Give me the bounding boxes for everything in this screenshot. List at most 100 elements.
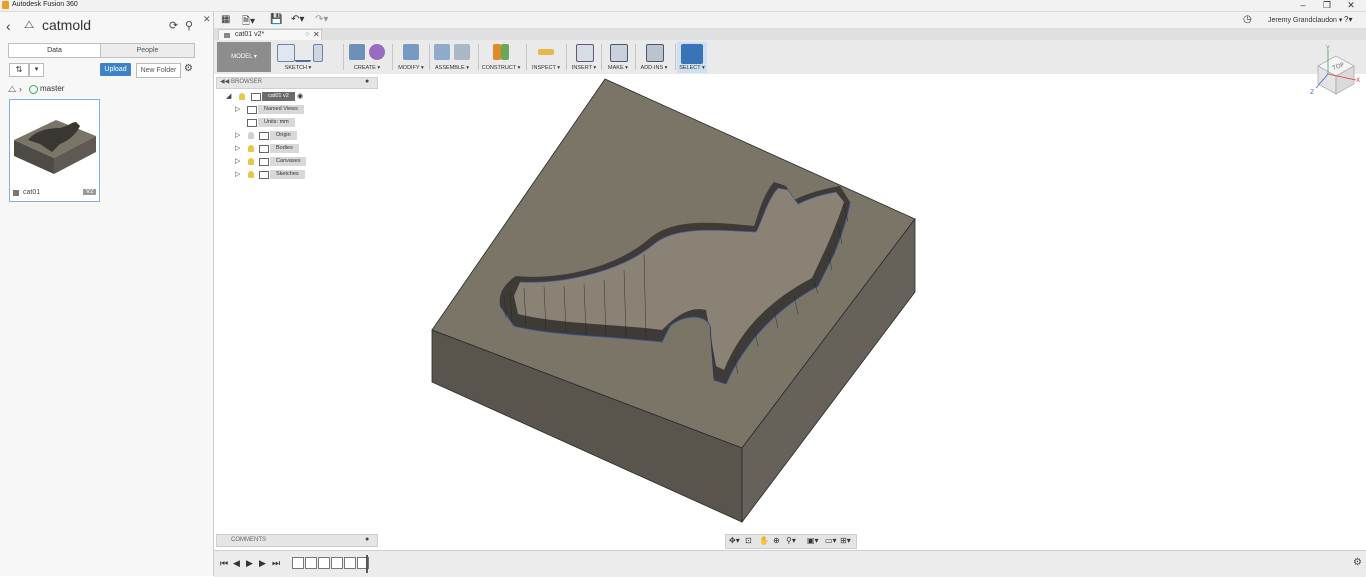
visibility-bulb-icon[interactable] — [248, 145, 254, 152]
expand-arrow-icon[interactable]: ▷ — [235, 170, 240, 178]
tab-data[interactable]: Data — [8, 43, 101, 58]
timeline-feature-extrude[interactable] — [331, 557, 343, 569]
go-to-end-icon[interactable]: ⏭ — [272, 558, 280, 569]
timeline-feature-sketch[interactable] — [318, 557, 330, 569]
select-group[interactable]: SELECT ▾ — [677, 42, 707, 73]
pin-icon[interactable]: ● — [365, 536, 369, 543]
measure-icon[interactable] — [538, 49, 554, 55]
assemble-menu[interactable]: ASSEMBLE ▾ — [431, 65, 473, 71]
construct-group[interactable]: CONSTRUCT ▾ — [480, 42, 522, 73]
expand-arrow-icon[interactable]: ▷ — [235, 144, 240, 152]
insert-group[interactable]: INSERT ▾ — [568, 42, 600, 73]
fit-icon[interactable]: ⚲▾ — [786, 536, 796, 545]
select-cursor-icon[interactable] — [681, 44, 703, 64]
visibility-bulb-icon[interactable] — [248, 171, 254, 178]
branch-label[interactable]: master — [40, 84, 64, 93]
browser-node-canvases[interactable]: Canvases — [270, 157, 307, 166]
line-icon[interactable] — [295, 44, 311, 62]
create-group[interactable]: CREATE ▾ — [346, 42, 388, 73]
new-folder-button[interactable]: New Folder — [136, 63, 181, 78]
select-menu[interactable]: SELECT ▾ — [677, 65, 707, 71]
workspace-switcher[interactable]: MODEL ▾ — [217, 42, 271, 72]
display-settings-icon[interactable]: ▣▾ — [807, 536, 819, 545]
construct-menu[interactable]: CONSTRUCT ▾ — [480, 65, 522, 71]
comments-panel-header[interactable]: COMMENTS ● — [216, 534, 378, 547]
timeline-settings-gear-icon[interactable]: ⚙ — [1353, 557, 1362, 568]
insert-image-icon[interactable] — [576, 44, 594, 62]
timeline-feature-sketch[interactable] — [292, 557, 304, 569]
timeline-feature-extrude[interactable] — [305, 557, 317, 569]
browser-root-node[interactable]: cat01 v2 — [262, 92, 295, 101]
inspect-menu[interactable]: INSPECT ▾ — [528, 65, 564, 71]
save-icon[interactable]: 💾 — [270, 14, 282, 25]
sketch-menu[interactable]: SKETCH ▾ — [275, 65, 321, 71]
insert-menu[interactable]: INSERT ▾ — [568, 65, 600, 71]
play-icon[interactable]: ▶ — [246, 558, 253, 569]
viewports-icon[interactable]: ⊞▾ — [840, 536, 851, 545]
back-chevron-icon[interactable]: ‹ — [6, 18, 11, 34]
restore-icon[interactable]: ❐ — [1316, 0, 1338, 11]
create-menu[interactable]: CREATE ▾ — [346, 65, 388, 71]
go-to-start-icon[interactable]: ⏮ — [220, 558, 228, 569]
new-component-icon[interactable] — [434, 44, 450, 60]
close-tab-icon[interactable]: ✕ — [313, 30, 320, 39]
version-badge[interactable]: V2 — [83, 189, 97, 195]
orbit-icon[interactable]: ✥▾ — [729, 536, 740, 545]
browser-panel-header[interactable]: ◀◀ BROWSER ● — [216, 77, 378, 89]
close-data-panel-icon[interactable]: ✕ — [203, 14, 211, 25]
job-status-clock-icon[interactable]: ◷ — [1243, 14, 1252, 25]
view-mode-button[interactable]: ⇅ — [9, 63, 29, 77]
browser-node-units[interactable]: Units: mm — [258, 118, 295, 127]
pan-icon[interactable]: ✋ — [759, 536, 769, 545]
browser-node-named-views[interactable]: Named Views — [258, 105, 304, 114]
rectangle-icon[interactable] — [313, 44, 323, 62]
redo-icon[interactable]: ↷▾ — [315, 14, 328, 25]
create-sketch-icon[interactable] — [277, 44, 295, 62]
expand-arrow-icon[interactable]: ▷ — [235, 131, 240, 139]
step-forward-icon[interactable]: ▶ — [259, 558, 266, 569]
timeline-feature-extrude[interactable] — [344, 557, 356, 569]
look-at-icon[interactable]: ⊡ — [745, 536, 752, 545]
expand-arrow-icon[interactable]: ▷ — [235, 157, 240, 165]
pin-icon[interactable]: ● — [365, 78, 369, 85]
undo-icon[interactable]: ↶▾ — [291, 14, 304, 25]
upload-button[interactable]: Upload — [100, 63, 131, 76]
close-icon[interactable]: ✕ — [1340, 0, 1362, 11]
sketch-group[interactable]: SKETCH ▾ — [275, 42, 323, 73]
assemble-group[interactable]: ASSEMBLE ▾ — [431, 42, 473, 73]
data-panel-grid-icon[interactable]: ▦ — [221, 14, 230, 25]
grid-settings-icon[interactable]: ▭▾ — [825, 536, 837, 545]
make-group[interactable]: MAKE ▾ — [603, 42, 633, 73]
expand-root-icon[interactable]: ◢ — [226, 92, 231, 100]
3d-print-icon[interactable] — [610, 44, 628, 62]
add-ins-menu[interactable]: ADD-INS ▾ — [637, 65, 671, 71]
view-cube[interactable]: TOP Y X Z — [1308, 44, 1362, 98]
tab-people[interactable]: People — [100, 43, 195, 58]
expand-arrow-icon[interactable]: ▷ — [235, 105, 240, 113]
gear-icon[interactable]: ⚙ — [184, 63, 193, 74]
press-pull-icon[interactable] — [403, 44, 419, 60]
make-menu[interactable]: MAKE ▾ — [603, 65, 633, 71]
add-ins-group[interactable]: ADD-INS ▾ — [637, 42, 671, 73]
browser-node-origin[interactable]: Origin — [270, 131, 297, 140]
search-icon[interactable]: ⚲ — [185, 19, 193, 32]
visibility-bulb-icon[interactable] — [248, 132, 254, 139]
browser-node-bodies[interactable]: Bodies — [270, 144, 299, 153]
offset-plane-icon[interactable] — [493, 44, 501, 60]
refresh-icon[interactable]: ⟳ — [169, 19, 178, 32]
visibility-bulb-icon[interactable] — [248, 158, 254, 165]
collapse-icon[interactable]: ◀◀ — [220, 78, 229, 85]
inspect-group[interactable]: INSPECT ▾ — [528, 42, 564, 73]
visibility-bulb-icon[interactable] — [239, 93, 245, 100]
zoom-icon[interactable]: ⊕ — [773, 536, 780, 545]
timeline-marker[interactable] — [366, 555, 368, 573]
activate-component-icon[interactable]: ◉ — [297, 92, 303, 100]
help-menu[interactable]: ?▾ — [1344, 15, 1352, 24]
view-mode-dropdown[interactable]: ▾ — [29, 63, 44, 77]
3d-viewport[interactable] — [214, 74, 1366, 550]
user-account-menu[interactable]: Jeremy Grandclaudon ▾ — [1268, 16, 1342, 24]
scripts-addins-icon[interactable] — [646, 44, 664, 62]
browser-node-sketches[interactable]: Sketches — [270, 170, 305, 179]
create-form-icon[interactable] — [369, 44, 385, 60]
modify-group[interactable]: MODIFY ▾ — [394, 42, 428, 73]
